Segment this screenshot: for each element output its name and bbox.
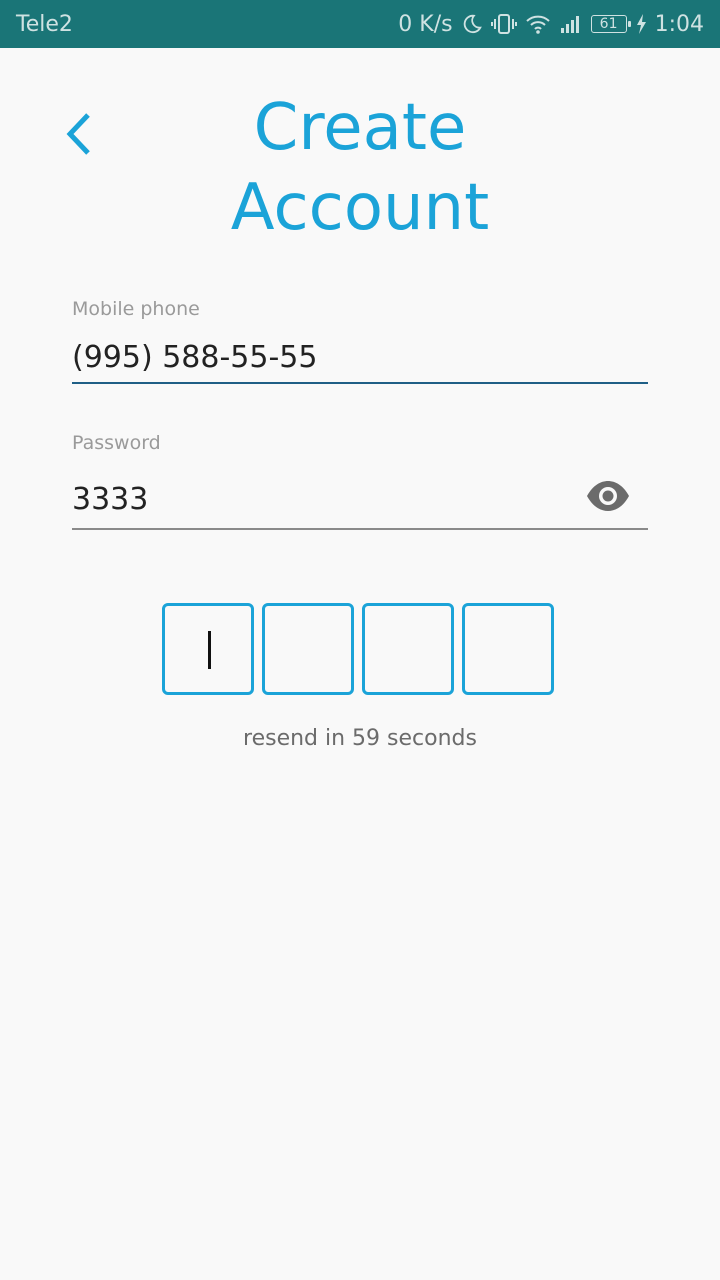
code-digit-4[interactable] [462,603,554,695]
signal-icon [559,13,583,35]
status-time: 1:04 [654,11,704,37]
mobile-phone-field: Mobile phone (995) 588-55-55 [72,298,648,388]
moon-icon [461,13,483,35]
code-digit-3[interactable] [362,603,454,695]
text-cursor [208,631,211,669]
mobile-phone-input[interactable]: (995) 588-55-55 [72,340,648,375]
status-bar: Tele2 0 K/s 61 1:04 [0,0,720,48]
password-label: Password [72,432,161,454]
verification-code-input [162,603,554,695]
carrier-name: Tele2 [16,11,73,37]
password-input[interactable]: 3333 [72,482,552,517]
password-field: Password 3333 [72,432,648,532]
password-underline [72,528,648,530]
code-digit-2[interactable] [262,603,354,695]
vibrate-icon [490,13,517,35]
battery-icon: 61 [590,15,631,33]
eye-icon [585,480,631,516]
charging-icon [635,13,647,35]
page-title: Create Account [0,88,720,248]
title-line-2: Account [230,171,490,245]
mobile-phone-underline [72,382,648,384]
resend-countdown: resend in 59 seconds [243,726,477,751]
mobile-phone-label: Mobile phone [72,298,200,320]
network-speed: 0 K/s [398,11,453,37]
wifi-icon [525,13,551,35]
toggle-password-visibility-button[interactable] [584,480,632,516]
title-line-1: Create [253,91,467,165]
status-icons: 0 K/s 61 1:04 [398,12,704,37]
